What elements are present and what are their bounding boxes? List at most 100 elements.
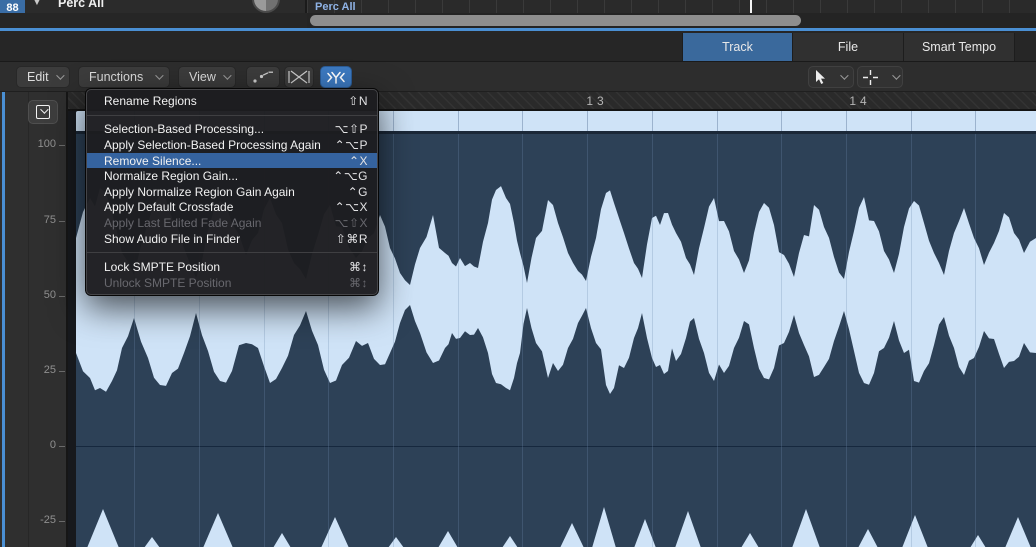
beat-gridline xyxy=(717,134,718,547)
menu-item-shortcut: ⇧N xyxy=(348,94,368,108)
menu-item-label: Normalize Region Gain... xyxy=(104,169,238,183)
header-beat-tick xyxy=(393,111,394,131)
chevron-down-icon xyxy=(56,71,64,79)
flex-button[interactable] xyxy=(320,66,352,88)
header-beat-tick xyxy=(975,111,976,131)
beat-gridline xyxy=(846,134,847,547)
scale-tick xyxy=(59,521,65,522)
automation-curve-icon xyxy=(252,69,274,85)
track-number-badge[interactable]: 88 xyxy=(0,0,25,13)
crosshair-tool-button[interactable] xyxy=(857,66,903,88)
pan-knob[interactable] xyxy=(252,0,280,13)
beat-gridline xyxy=(522,134,523,547)
menu-item-label: Remove Silence... xyxy=(104,154,201,168)
menu-item-shortcut: ⌘↕ xyxy=(349,276,368,290)
header-beat-tick xyxy=(652,111,653,131)
menu-item-shortcut: ⌃G xyxy=(348,185,368,199)
beat-gridline xyxy=(587,134,588,547)
chevron-down-icon xyxy=(892,71,900,79)
menu-item-apply-default-crossfade[interactable]: Apply Default Crossfade ⌃⌥X xyxy=(86,200,378,216)
menu-item-shortcut: ⌥⇧P xyxy=(335,122,368,136)
menu-item-label: Apply Default Crossfade xyxy=(104,200,233,214)
menu-item-apply-selection-based-processing-again[interactable]: Apply Selection-Based Processing Again ⌃⌥… xyxy=(86,137,378,153)
edit-menu-button[interactable]: Edit xyxy=(16,66,70,88)
focused-pane-left-border xyxy=(2,92,5,547)
editor-tab-bar: TrackFileSmart Tempo xyxy=(0,31,1036,62)
menu-item-apply-last-edited-fade-again: Apply Last Edited Fade Again⌥⇧X xyxy=(86,215,378,231)
beat-gridline xyxy=(975,134,976,547)
track-header: 88 ▼ Perc All xyxy=(0,0,305,13)
scale-tick xyxy=(59,221,65,222)
scale-value--25: -25 xyxy=(6,514,56,526)
menu-item-shortcut: ⌃⌥X xyxy=(335,200,368,214)
arrange-window-sliver: 88 ▼ Perc All Perc All xyxy=(0,0,1036,13)
tab-track[interactable]: Track xyxy=(682,33,793,61)
menu-item-label: Selection-Based Processing... xyxy=(104,122,264,136)
menu-item-shortcut: ⌃⌥G xyxy=(333,169,368,183)
header-beat-tick xyxy=(781,111,782,131)
crossfade-tool-button[interactable] xyxy=(284,66,314,88)
pointer-tool-button[interactable] xyxy=(808,66,854,88)
functions-dropdown-menu: Rename Regions⇧N Selection-Based Processi… xyxy=(85,88,379,296)
region-name-label: Perc All xyxy=(315,1,356,13)
disclosure-triangle-icon[interactable]: ▼ xyxy=(32,0,42,8)
pointer-arrow-icon xyxy=(816,70,827,85)
menu-item-show-audio-file-in-finder[interactable]: Show Audio File in Finder ⇧⌘R xyxy=(86,231,378,247)
scale-value-0: 0 xyxy=(6,439,56,451)
flex-icon xyxy=(325,70,347,85)
playhead xyxy=(750,0,752,13)
menu-item-label: Apply Selection-Based Processing Again xyxy=(104,138,321,152)
menu-item-lock-smpte-position[interactable]: Lock SMPTE Position ⌘↕ xyxy=(86,259,378,275)
region-inspector-toggle-button[interactable] xyxy=(28,100,58,124)
menu-item-normalize-region-gain[interactable]: Normalize Region Gain... ⌃⌥G xyxy=(86,168,378,184)
scale-value-25: 25 xyxy=(6,364,56,376)
header-beat-tick xyxy=(846,111,847,131)
crosshair-icon xyxy=(862,69,879,86)
menu-item-remove-silence[interactable]: Remove Silence... ⌃X xyxy=(86,153,378,169)
menu-separator xyxy=(86,115,378,116)
header-beat-tick xyxy=(458,111,459,131)
crossfade-icon xyxy=(287,69,311,85)
arrange-region-strip: Perc All xyxy=(307,0,1036,13)
menu-item-label: Unlock SMPTE Position xyxy=(104,276,231,290)
header-beat-tick xyxy=(911,111,912,131)
menu-item-label: Show Audio File in Finder xyxy=(104,232,240,246)
view-menu-label: View xyxy=(189,70,216,84)
horizontal-scrollbar-thumb[interactable] xyxy=(310,15,801,26)
tab-smart-tempo[interactable]: Smart Tempo xyxy=(904,33,1015,61)
header-beat-tick xyxy=(522,111,523,131)
beat-gridline xyxy=(458,134,459,547)
scale-value-75: 75 xyxy=(6,214,56,226)
bar-number-14: 14 xyxy=(849,94,870,108)
automation-curves-button[interactable] xyxy=(246,66,280,88)
scale-value-50: 50 xyxy=(6,289,56,301)
chevron-down-icon xyxy=(840,71,848,79)
menu-item-rename-regions[interactable]: Rename Regions⇧N xyxy=(86,93,378,109)
track-name-label: Perc All xyxy=(58,0,104,10)
functions-menu-button[interactable]: Functions xyxy=(78,66,170,88)
scale-tick xyxy=(59,371,65,372)
menu-item-label: Lock SMPTE Position xyxy=(104,260,220,274)
beat-gridline xyxy=(393,134,394,547)
menu-item-label: Apply Normalize Region Gain Again xyxy=(104,185,295,199)
menu-item-shortcut: ⇧⌘R xyxy=(336,232,368,246)
scale-tick xyxy=(59,145,65,146)
menu-item-shortcut: ⌃⌥P xyxy=(335,138,368,152)
beat-gridline xyxy=(781,134,782,547)
tab-file[interactable]: File xyxy=(793,33,904,61)
menu-item-shortcut: ⌘↕ xyxy=(349,260,368,274)
beat-gridline xyxy=(911,134,912,547)
edit-menu-label: Edit xyxy=(27,70,49,84)
menu-item-shortcut: ⌃X xyxy=(349,154,368,168)
beat-gridline xyxy=(652,134,653,547)
checkbox-chevron-icon xyxy=(36,105,50,119)
menu-item-apply-normalize-region-gain-again[interactable]: Apply Normalize Region Gain Again ⌃G xyxy=(86,184,378,200)
functions-menu-label: Functions xyxy=(89,70,143,84)
chevron-down-icon xyxy=(223,71,231,79)
menu-separator xyxy=(86,252,378,253)
menu-item-label: Apply Last Edited Fade Again xyxy=(104,216,261,230)
editor-tabs: TrackFileSmart Tempo xyxy=(682,33,1015,61)
horizontal-scrollbar xyxy=(0,13,1036,28)
view-menu-button[interactable]: View xyxy=(178,66,236,88)
menu-item-selection-based-processing[interactable]: Selection-Based Processing... ⌥⇧P xyxy=(86,122,378,138)
